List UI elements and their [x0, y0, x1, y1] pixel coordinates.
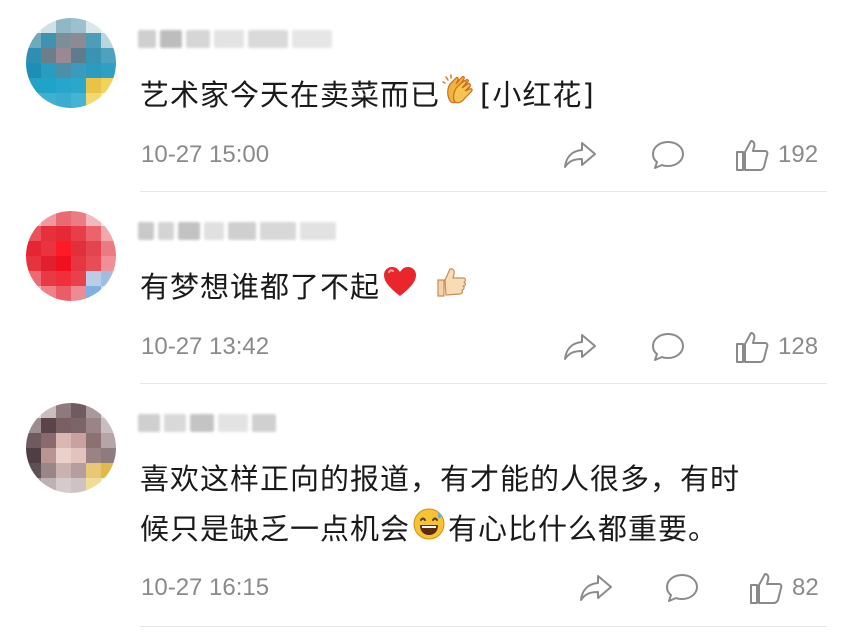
- like-button[interactable]: 192: [734, 135, 818, 175]
- thumbs-up-icon: [736, 140, 769, 171]
- like-count: 82: [792, 574, 819, 601]
- comment-button[interactable]: [664, 568, 700, 608]
- avatar[interactable]: [26, 211, 116, 301]
- share-icon: [564, 142, 596, 168]
- like-count: 128: [778, 333, 819, 360]
- username-blurred[interactable]: [138, 26, 332, 52]
- comment-icon: [666, 574, 698, 602]
- comment-text: 喜欢这样正向的报道，有才能的人很多，有时 候只是缺乏一点机会 有心比什么都重要。: [140, 454, 740, 556]
- thumbs-up-icon: [750, 573, 783, 604]
- comment-body: 有梦想谁都了不起: [140, 270, 381, 304]
- comment-body-line: 喜欢这样正向的报道，有才能的人很多，有时: [140, 462, 741, 496]
- divider: [140, 383, 827, 384]
- comment-body-line: 候只是缺乏一点机会 有心比什么都重要。: [140, 504, 740, 556]
- comment-icon: [652, 141, 684, 169]
- emoticon-text: [小红花]: [480, 78, 595, 112]
- grinning-sweat-emoji: [412, 506, 446, 556]
- username-blurred[interactable]: [138, 218, 336, 244]
- timestamp: 10-27 16:15: [141, 574, 270, 601]
- comment-icon: [652, 333, 684, 361]
- divider: [140, 626, 827, 627]
- username-blurred[interactable]: [138, 410, 276, 436]
- share-button[interactable]: [562, 327, 598, 367]
- share-button[interactable]: [562, 135, 598, 175]
- timestamp: 10-27 13:42: [141, 333, 270, 360]
- comment-button[interactable]: [650, 135, 686, 175]
- comment-meta: 10-27 15:00 192: [0, 135, 845, 175]
- avatar[interactable]: [26, 18, 116, 108]
- comment-text: 有梦想谁都了不起: [140, 262, 470, 314]
- comment-body: 艺术家今天在卖菜而已: [140, 78, 441, 112]
- divider: [140, 191, 827, 192]
- comment-body-segment: 候只是缺乏一点机会: [140, 512, 411, 546]
- red-heart-emoji: [382, 264, 418, 314]
- thumbs-up-icon: [736, 332, 769, 363]
- clapping-hands-emoji: [442, 72, 478, 123]
- comment-meta: 10-27 16:15 82: [0, 568, 845, 608]
- comment-text: 艺术家今天在卖菜而已 [小红花]: [140, 70, 595, 123]
- like-button[interactable]: 128: [734, 327, 818, 367]
- share-icon: [564, 334, 596, 360]
- avatar[interactable]: [26, 403, 116, 493]
- comment-meta: 10-27 13:42 128: [0, 327, 845, 367]
- share-button[interactable]: [578, 568, 614, 608]
- share-icon: [580, 575, 612, 601]
- like-button[interactable]: 82: [748, 568, 819, 608]
- thumbs-up-emoji: [434, 264, 468, 314]
- comment-button[interactable]: [650, 327, 686, 367]
- comment-body-segment: 有心比什么都重要。: [448, 512, 719, 546]
- like-count: 192: [778, 141, 819, 168]
- timestamp: 10-27 15:00: [141, 141, 270, 168]
